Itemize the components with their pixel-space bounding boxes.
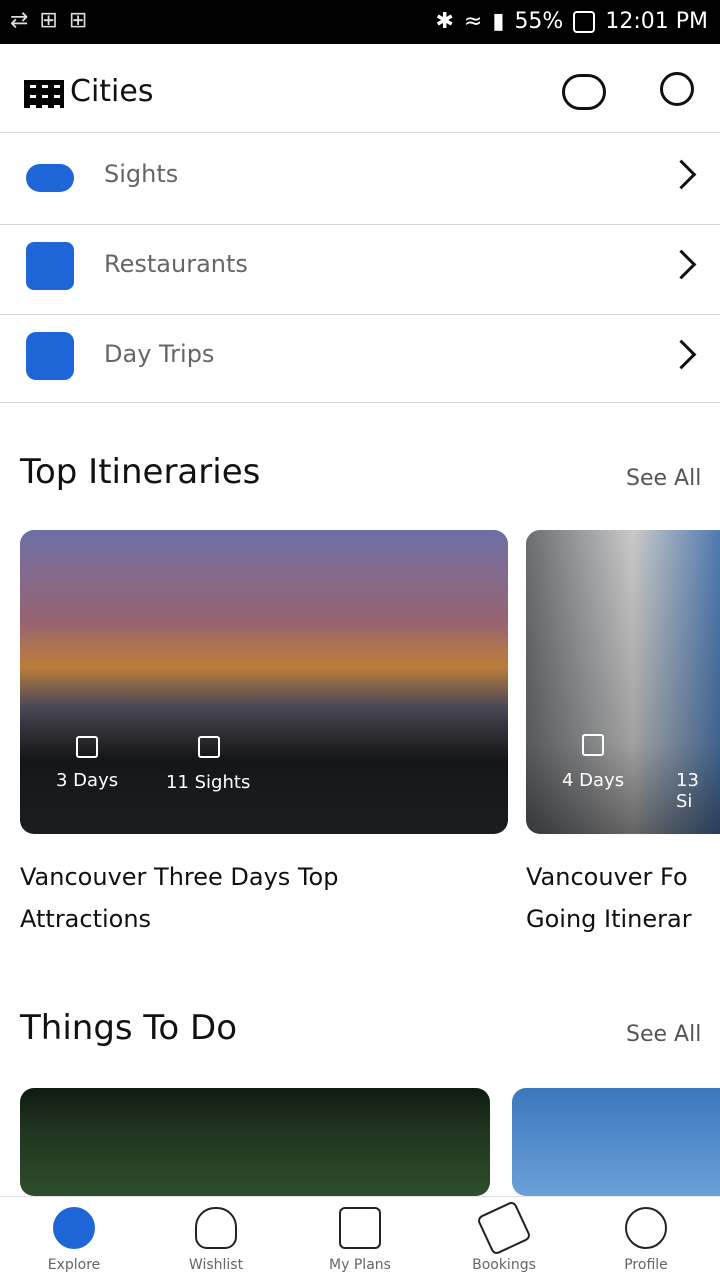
heart-icon: [195, 1207, 237, 1249]
menu-label: Sights: [104, 160, 179, 188]
nav-label: Bookings: [472, 1257, 536, 1273]
status-bar: ⇄ ⊞ ⊞ ✱ ≈ ▮ 55% 12:01 PM: [0, 0, 720, 44]
nav-label: My Plans: [329, 1257, 391, 1273]
binoculars-icon: [26, 332, 74, 380]
page-title: Cities: [70, 74, 154, 109]
nav-explore[interactable]: Explore: [14, 1197, 134, 1281]
bluetooth-icon: ✱: [435, 9, 454, 34]
fork-knife-icon: [26, 242, 74, 290]
bottom-navigation: Explore Wishlist My Plans Bookings Profi…: [0, 1196, 720, 1281]
nav-label: Profile: [624, 1257, 668, 1273]
nav-bookings[interactable]: Bookings: [444, 1197, 564, 1281]
menu-row-sights[interactable]: Sights: [0, 134, 720, 225]
map-icon: [339, 1207, 381, 1249]
things-card-2[interactable]: [512, 1088, 720, 1196]
menu-label: Day Trips: [104, 340, 215, 368]
itinerary-card-2[interactable]: 4 Days 13 Si: [526, 530, 720, 834]
nav-wishlist[interactable]: Wishlist: [156, 1197, 276, 1281]
see-all-link[interactable]: See All: [626, 1022, 701, 1047]
section-title-top-itineraries: Top Itineraries: [20, 452, 261, 492]
menu-row-restaurants[interactable]: Restaurants: [0, 224, 720, 315]
itinerary-sights: 13 Si: [676, 770, 699, 812]
itinerary-sights: 11 Sights: [166, 772, 251, 793]
itinerary-card-1[interactable]: 3 Days 11 Sights: [20, 530, 508, 834]
wifi-icon: ≈: [463, 9, 483, 34]
itinerary-days: 4 Days: [562, 770, 625, 791]
signal-icon: ▮: [492, 9, 505, 34]
chevron-right-icon[interactable]: [666, 159, 697, 190]
itinerary-days: 3 Days: [56, 770, 119, 791]
eye-icon: [26, 164, 74, 192]
nav-profile[interactable]: Profile: [586, 1197, 706, 1281]
itinerary-caption[interactable]: Vancouver Fo Going Itinerar: [526, 856, 720, 940]
battery-icon: [573, 10, 596, 33]
itinerary-caption[interactable]: Vancouver Three Days Top Attractions: [20, 856, 400, 940]
ticket-icon: [476, 1200, 532, 1256]
things-card-1[interactable]: [20, 1088, 490, 1196]
status-left-glyphs: ⇄ ⊞ ⊞: [10, 8, 90, 33]
user-icon: [625, 1207, 667, 1249]
menu-label: Restaurants: [104, 250, 248, 278]
menu-row-day-trips[interactable]: Day Trips: [0, 314, 720, 403]
nav-label: Wishlist: [188, 1257, 244, 1273]
cloud-download-icon[interactable]: [562, 74, 606, 110]
calendar-icon: [582, 734, 604, 756]
grid-icon[interactable]: [24, 80, 64, 108]
compass-icon: [53, 1207, 95, 1249]
battery-percent: 55%: [514, 9, 564, 34]
nav-label: Explore: [47, 1257, 101, 1273]
calendar-icon: [76, 736, 98, 758]
building-icon: [198, 736, 220, 758]
chevron-right-icon[interactable]: [666, 339, 697, 370]
nav-my-plans[interactable]: My Plans: [300, 1197, 420, 1281]
chevron-right-icon[interactable]: [666, 249, 697, 280]
status-right: ✱ ≈ ▮ 55% 12:01 PM: [435, 9, 708, 34]
search-icon[interactable]: [660, 72, 694, 106]
see-all-link[interactable]: See All: [626, 466, 701, 491]
clock: 12:01 PM: [605, 9, 708, 34]
section-title-things-to-do: Things To Do: [20, 1008, 237, 1048]
